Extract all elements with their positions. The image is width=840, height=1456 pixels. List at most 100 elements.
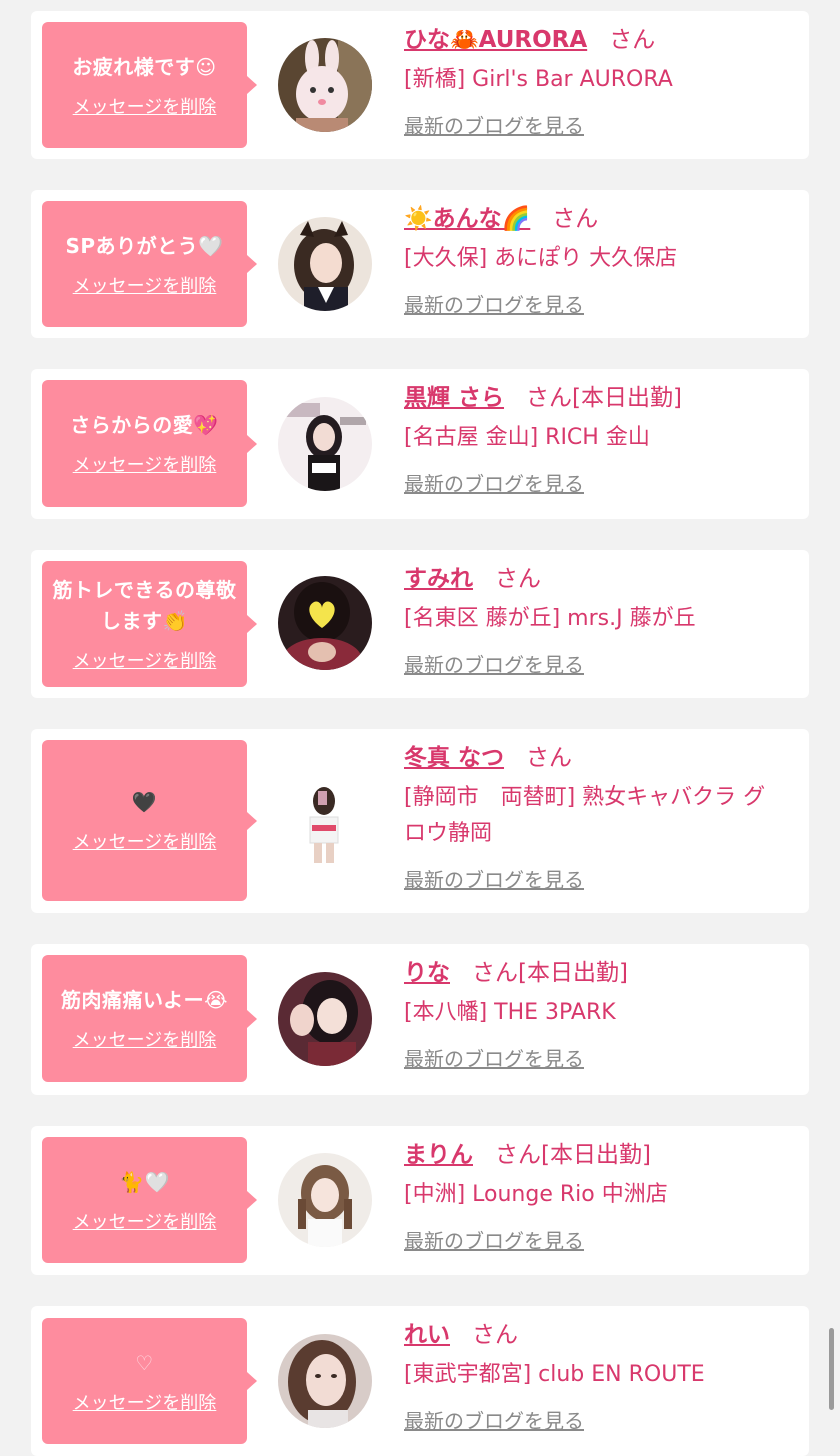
message-text: ♡ bbox=[135, 1350, 154, 1375]
girl-info: 黒輝 さら さん[本日出勤] [名古屋 金山] RICH 金山 最新のブログを見る bbox=[404, 382, 789, 497]
avatar[interactable] bbox=[278, 773, 372, 867]
avatar[interactable] bbox=[278, 397, 372, 491]
avatar-closeup-photo bbox=[278, 1334, 372, 1428]
avatar[interactable] bbox=[278, 972, 372, 1066]
message-text: お疲れ様です☺ bbox=[72, 54, 217, 79]
delete-message-link[interactable]: メッセージを削除 bbox=[73, 272, 217, 298]
message-text: 🐈🤍 bbox=[119, 1169, 170, 1194]
delete-message-link[interactable]: メッセージを削除 bbox=[73, 647, 217, 673]
name-line: まりん さん[本日出勤] bbox=[404, 1139, 789, 1171]
avatar[interactable] bbox=[278, 1334, 372, 1428]
message-bubble: 🖤 メッセージを削除 bbox=[42, 740, 257, 901]
message-card: お疲れ様です☺ メッセージを削除 ひな🦀AURORA さん [新橋] Girl's… bbox=[31, 11, 809, 159]
delete-message-link[interactable]: メッセージを削除 bbox=[73, 93, 217, 119]
girl-info: ひな🦀AURORA さん [新橋] Girl's Bar AURORA 最新のブロ… bbox=[404, 24, 789, 139]
message-text: 筋トレできるの尊敬します👏 bbox=[52, 578, 237, 633]
message-text: 🖤 bbox=[131, 790, 158, 814]
avatar-magazine-cover-photo bbox=[278, 397, 372, 491]
attendance-status: [本日出勤] bbox=[518, 960, 628, 986]
honorific-label: さん bbox=[472, 960, 518, 986]
avatar-mirror-selfie-photo bbox=[278, 773, 372, 867]
latest-blog-link[interactable]: 最新のブログを見る bbox=[404, 1405, 584, 1434]
message-text: 筋肉痛痛いよー😭 bbox=[61, 988, 228, 1012]
delete-message-link[interactable]: メッセージを削除 bbox=[73, 1389, 217, 1415]
girl-name-link[interactable]: りな bbox=[404, 960, 450, 986]
message-bubble: 筋トレできるの尊敬します👏 メッセージを削除 bbox=[42, 561, 257, 687]
name-line: すみれ さん bbox=[404, 563, 789, 595]
name-line: 冬真 なつ さん bbox=[404, 742, 789, 774]
girl-name-link[interactable]: ☀️あんな🌈 bbox=[404, 206, 530, 232]
shop-name: [名東区 藤が丘] mrs.J 藤が丘 bbox=[404, 606, 696, 631]
avatar-waving-photo bbox=[278, 972, 372, 1066]
scrollbar[interactable] bbox=[829, 1328, 834, 1410]
message-card: 筋トレできるの尊敬します👏 メッセージを削除 すみれ さん [名東区 藤が丘] m… bbox=[31, 550, 809, 698]
girl-name-link[interactable]: まりん bbox=[404, 1142, 473, 1168]
avatar[interactable] bbox=[278, 217, 372, 311]
message-text: SPありがとう🤍 bbox=[65, 233, 224, 258]
name-line: ☀️あんな🌈 さん bbox=[404, 203, 789, 235]
attendance-status: [本日出勤] bbox=[541, 1142, 651, 1168]
message-text: さらからの愛💖 bbox=[70, 413, 219, 437]
girl-name-link[interactable]: れい bbox=[404, 1322, 450, 1348]
honorific-label: さん bbox=[526, 385, 573, 411]
avatar-portrait-photo bbox=[278, 1153, 372, 1247]
girl-info: まりん さん[本日出勤] [中洲] Lounge Rio 中洲店 最新のブログを見… bbox=[404, 1139, 789, 1254]
latest-blog-link[interactable]: 最新のブログを見る bbox=[404, 649, 584, 678]
avatar[interactable] bbox=[278, 576, 372, 670]
message-bubble: 筋肉痛痛いよー😭 メッセージを削除 bbox=[42, 955, 257, 1082]
message-card: 🖤 メッセージを削除 冬真 なつ さん [静岡市 両替町] 熟女キャバクラ グロウ… bbox=[31, 729, 809, 913]
name-line: れい さん bbox=[404, 1319, 789, 1351]
honorific-label: さん bbox=[495, 566, 541, 592]
attendance-status: [本日出勤] bbox=[572, 385, 682, 411]
shop-name: [本八幡] THE 3PARK bbox=[404, 1000, 616, 1025]
name-line: りな さん[本日出勤] bbox=[404, 957, 789, 989]
latest-blog-link[interactable]: 最新のブログを見る bbox=[404, 1043, 584, 1072]
name-line: ひな🦀AURORA さん bbox=[404, 24, 789, 56]
name-line: 黒輝 さら さん[本日出勤] bbox=[404, 382, 789, 414]
delete-message-link[interactable]: メッセージを削除 bbox=[73, 451, 217, 477]
avatar[interactable] bbox=[278, 1153, 372, 1247]
message-card: SPありがとう🤍 メッセージを削除 ☀️あんな🌈 さん [大久保] あにぽり 大久… bbox=[31, 190, 809, 338]
message-bubble: 🐈🤍 メッセージを削除 bbox=[42, 1137, 257, 1263]
latest-blog-link[interactable]: 最新のブログを見る bbox=[404, 289, 584, 318]
shop-name: [中洲] Lounge Rio 中洲店 bbox=[404, 1182, 668, 1207]
latest-blog-link[interactable]: 最新のブログを見る bbox=[404, 1225, 584, 1254]
girl-name-link[interactable]: すみれ bbox=[404, 566, 473, 592]
message-list: お疲れ様です☺ メッセージを削除 ひな🦀AURORA さん [新橋] Girl's… bbox=[0, 0, 840, 1456]
girl-info: 冬真 なつ さん [静岡市 両替町] 熟女キャバクラ グロウ静岡 最新のブログを見… bbox=[404, 742, 789, 893]
shop-name: [東武宇都宮] club EN ROUTE bbox=[404, 1362, 705, 1387]
message-bubble: ♡ メッセージを削除 bbox=[42, 1318, 257, 1444]
avatar-heart-sticker-photo bbox=[278, 576, 372, 670]
message-bubble: さらからの愛💖 メッセージを削除 bbox=[42, 380, 257, 507]
delete-message-link[interactable]: メッセージを削除 bbox=[73, 1026, 217, 1052]
girl-info: れい さん [東武宇都宮] club EN ROUTE 最新のブログを見る bbox=[404, 1319, 789, 1434]
honorific-label: さん bbox=[609, 27, 656, 53]
message-card: 🐈🤍 メッセージを削除 まりん さん[本日出勤] [中洲] Lounge Rio … bbox=[31, 1126, 809, 1275]
avatar[interactable] bbox=[278, 38, 372, 132]
honorific-label: さん bbox=[495, 1142, 541, 1168]
delete-message-link[interactable]: メッセージを削除 bbox=[73, 828, 217, 854]
delete-message-link[interactable]: メッセージを削除 bbox=[73, 1208, 217, 1234]
message-card: 筋肉痛痛いよー😭 メッセージを削除 りな さん[本日出勤] [本八幡] THE 3… bbox=[31, 944, 809, 1095]
girl-info: りな さん[本日出勤] [本八幡] THE 3PARK 最新のブログを見る bbox=[404, 957, 789, 1072]
latest-blog-link[interactable]: 最新のブログを見る bbox=[404, 110, 584, 139]
shop-name: [静岡市 両替町] 熟女キャバクラ グロウ静岡 bbox=[404, 785, 766, 846]
message-card: ♡ メッセージを削除 れい さん [東武宇都宮] club EN ROUTE 最新… bbox=[31, 1306, 809, 1456]
latest-blog-link[interactable]: 最新のブログを見る bbox=[404, 468, 584, 497]
shop-name: [新橋] Girl's Bar AURORA bbox=[404, 67, 673, 92]
honorific-label: さん bbox=[552, 206, 599, 232]
latest-blog-link[interactable]: 最新のブログを見る bbox=[404, 864, 584, 893]
girl-name-link[interactable]: 黒輝 さら bbox=[404, 385, 504, 411]
girl-name-link[interactable]: 冬真 なつ bbox=[404, 745, 504, 771]
avatar-bunny-filter-photo bbox=[278, 38, 372, 132]
girl-name-link[interactable]: ひな🦀AURORA bbox=[404, 27, 587, 53]
message-bubble: お疲れ様です☺ メッセージを削除 bbox=[42, 22, 257, 148]
honorific-label: さん bbox=[526, 745, 573, 771]
avatar-cat-ear-photo bbox=[278, 217, 372, 311]
message-bubble: SPありがとう🤍 メッセージを削除 bbox=[42, 201, 257, 327]
shop-name: [名古屋 金山] RICH 金山 bbox=[404, 425, 650, 450]
girl-info: ☀️あんな🌈 さん [大久保] あにぽり 大久保店 最新のブログを見る bbox=[404, 203, 789, 318]
girl-info: すみれ さん [名東区 藤が丘] mrs.J 藤が丘 最新のブログを見る bbox=[404, 563, 789, 678]
message-card: さらからの愛💖 メッセージを削除 黒輝 さら さん[本日出勤] [名古屋 金山] … bbox=[31, 369, 809, 519]
honorific-label: さん bbox=[472, 1322, 518, 1348]
